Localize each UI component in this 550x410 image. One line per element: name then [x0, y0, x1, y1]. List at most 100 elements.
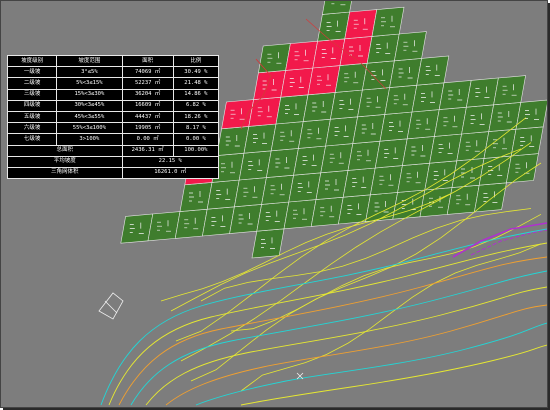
slope-cell — [374, 138, 408, 169]
table-row: 五级坡 45%<3≤55% 44437 ㎡ 18.26 % — [6, 110, 220, 124]
slope-cell — [216, 126, 250, 156]
slope-cell — [317, 11, 350, 42]
slope-cell — [344, 9, 378, 40]
contour-line — [100, 228, 547, 406]
slope-cell — [310, 196, 344, 227]
slope-cell — [416, 55, 450, 86]
slope-cell — [280, 67, 314, 98]
slope-cell — [446, 184, 480, 215]
range-cell: 45%<3≤55% — [56, 110, 123, 124]
ratio-cell: 0.00 % — [172, 133, 220, 146]
table-row: 六级坡 55%<3≤100% 19905 ㎡ 8.17 % — [6, 122, 220, 135]
contour-line — [195, 322, 547, 406]
slope-cell — [325, 116, 358, 147]
slope-cell — [285, 40, 318, 71]
slope-cell — [307, 65, 341, 96]
slope-cell — [312, 38, 346, 69]
total-area-value: 2436.31 ㎡ — [121, 144, 174, 157]
slope-cell — [288, 172, 322, 203]
slope-cell — [275, 94, 309, 125]
area-cell: 19905 ㎡ — [121, 122, 174, 135]
slope-cell — [474, 182, 507, 213]
slope-cell — [394, 31, 427, 62]
grade-cell: 三级坡 — [6, 88, 58, 101]
area-cell: 74069 ㎡ — [121, 66, 174, 79]
range-cell: 5%<3≤15% — [56, 77, 123, 90]
slope-cell — [397, 162, 430, 193]
header-area: 面积 — [121, 54, 174, 68]
cad-drawing-window: 坡度级别 坡度范围 面积 比例 一级坡 3°≤5% 74069 ㎡ 30.49 … — [0, 0, 548, 408]
slope-cell — [384, 84, 418, 115]
grade-cell: 一级坡 — [6, 66, 58, 79]
average-slope-value: 22.15 % — [121, 155, 220, 168]
table-row: 四级坡 30%<3≤45% 16609 ㎡ 6.82 % — [6, 99, 220, 112]
total-area-row: 总面积 2436.31 ㎡ 100.00% — [7, 144, 220, 157]
area-cell: 44437 ㎡ — [121, 110, 174, 124]
slope-cell — [370, 165, 403, 196]
slope-cell — [483, 128, 517, 159]
slope-cell — [283, 199, 317, 230]
slope-cell — [402, 136, 435, 166]
area-cell: 16609 ㎡ — [121, 99, 174, 112]
area-cell: 0.00 ㎡ — [121, 133, 174, 146]
slope-cell — [488, 102, 522, 132]
total-area-label: 总面积 — [7, 144, 123, 157]
slope-cell — [238, 150, 272, 181]
table-header-row: 坡度级别 坡度范围 面积 比例 — [6, 54, 220, 68]
slope-cell — [302, 92, 336, 122]
table-row: 二级坡 5%<3≤15% 52237 ㎡ 21.48 % — [6, 77, 220, 90]
slope-cell — [179, 182, 213, 212]
slope-cell — [298, 118, 331, 149]
slope-cell — [429, 133, 462, 164]
slope-cell — [347, 140, 381, 171]
tin-volume-row: 三角网体积 16261.0 ㎥ — [7, 166, 220, 180]
total-ratio-value: 100.00% — [172, 144, 220, 157]
slope-cell — [270, 121, 304, 152]
ratio-cell: 6.82 % — [172, 99, 220, 112]
table-row: 三级坡 15%<3≤30% 36204 ㎡ 14.86 % — [6, 88, 220, 101]
slope-cell — [389, 58, 422, 88]
slope-cell — [258, 43, 291, 74]
slope-cell — [330, 89, 363, 120]
slope-cell — [266, 148, 299, 178]
slope-cell — [334, 62, 368, 93]
table-row: 七级坡 3>100% 0.00 ㎡ 0.00 % — [6, 133, 220, 146]
slope-cell — [248, 96, 282, 127]
contour-line — [108, 242, 547, 406]
slope-cell — [366, 33, 400, 64]
slope-cell — [251, 228, 285, 259]
grade-cell: 七级坡 — [6, 133, 58, 146]
slope-cell — [371, 6, 405, 37]
slope-cell — [362, 60, 395, 91]
slope-cell — [411, 82, 445, 113]
contour-line — [240, 344, 547, 406]
area-cell: 52237 ㎡ — [121, 77, 174, 90]
tin-volume-value: 16261.0 ㎥ — [121, 166, 220, 180]
slope-cell — [515, 99, 547, 130]
slope-cell — [434, 106, 467, 137]
range-cell: 3°≤5% — [56, 66, 123, 79]
area-cell: 36204 ㎡ — [121, 88, 174, 101]
average-slope-label: 平均坡度 — [7, 155, 123, 168]
slope-cell — [392, 189, 426, 220]
slope-cell — [206, 179, 240, 210]
slope-cell — [261, 174, 294, 205]
range-cell: 30%<3≤45% — [56, 99, 123, 112]
slope-cell — [352, 114, 386, 144]
slope-cell — [419, 187, 453, 218]
ratio-cell: 30.49 % — [172, 66, 220, 79]
slope-cell — [256, 201, 290, 232]
grade-cell: 六级坡 — [6, 122, 58, 135]
slope-cell — [229, 204, 262, 234]
ratio-cell: 18.26 % — [172, 110, 220, 124]
slope-cell — [243, 123, 277, 154]
slope-cell — [293, 145, 326, 176]
site-marker-icon — [98, 292, 124, 320]
slope-cell — [456, 131, 490, 162]
slope-cell — [357, 87, 390, 118]
slope-cell — [406, 109, 440, 140]
contour-line — [165, 304, 547, 406]
header-ratio: 比例 — [172, 54, 220, 68]
slope-cell — [234, 177, 267, 208]
slope-cell — [342, 167, 376, 198]
